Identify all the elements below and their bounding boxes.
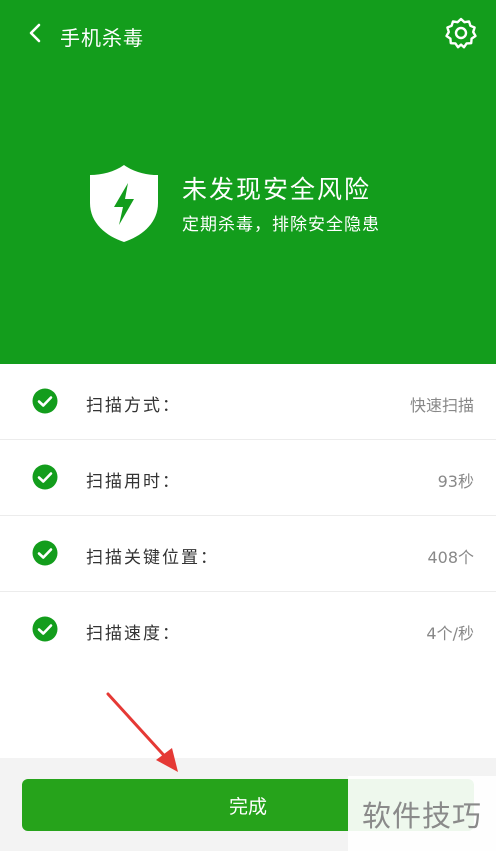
- header: 手机杀毒 未发现安全风险 定期杀毒，排除安全隐患: [0, 0, 496, 364]
- row-label: 扫描速度：: [86, 624, 181, 644]
- status-title: 未发现安全风险: [182, 175, 372, 204]
- top-bar: 手机杀毒: [0, 10, 496, 58]
- list-item: 扫描用时： 93秒: [0, 440, 496, 516]
- check-circle-icon: [32, 464, 58, 490]
- row-label: 扫描关键位置：: [86, 548, 219, 568]
- gear-icon[interactable]: [444, 16, 478, 50]
- row-value: 93秒: [437, 472, 474, 491]
- check-circle-icon: [32, 388, 58, 414]
- row-value: 快速扫描: [409, 396, 474, 415]
- page-title: 手机杀毒: [60, 26, 144, 50]
- bottom-panel: [0, 666, 496, 758]
- row-value: 4个/秒: [426, 624, 474, 643]
- shield-lightning-icon: [90, 165, 158, 242]
- back-arrow-icon[interactable]: [24, 21, 48, 45]
- row-value: 408个: [427, 548, 474, 567]
- check-circle-icon: [32, 616, 58, 642]
- watermark: 软件技巧: [348, 776, 496, 851]
- list-item: 扫描速度： 4个/秒: [0, 592, 496, 667]
- check-circle-icon: [32, 540, 58, 566]
- scan-results-list: 扫描方式： 快速扫描 扫描用时： 93秒 扫描关键位置： 408个 扫描速度： …: [0, 364, 496, 666]
- list-item: 扫描关键位置： 408个: [0, 516, 496, 592]
- done-button-label: 完成: [228, 795, 267, 818]
- status-subtitle: 定期杀毒，排除安全隐患: [182, 215, 380, 235]
- row-label: 扫描用时：: [86, 472, 181, 492]
- row-label: 扫描方式：: [86, 396, 181, 416]
- list-item: 扫描方式： 快速扫描: [0, 364, 496, 440]
